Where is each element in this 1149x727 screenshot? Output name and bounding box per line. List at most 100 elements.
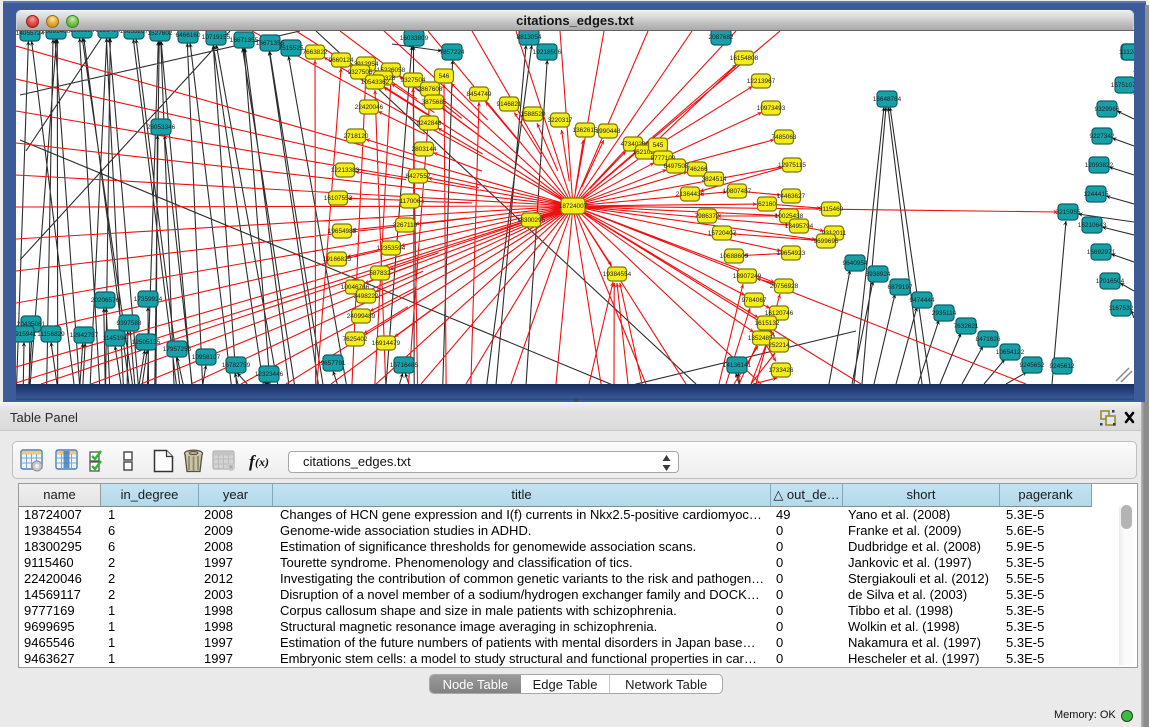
svg-text:19654923: 19654923 bbox=[777, 250, 806, 257]
svg-text:3875685: 3875685 bbox=[422, 99, 447, 106]
svg-text:12975115: 12975115 bbox=[778, 162, 806, 169]
svg-text:9146821: 9146821 bbox=[497, 101, 522, 108]
svg-text:7485063: 7485063 bbox=[772, 134, 797, 141]
svg-text:19654985: 19654985 bbox=[328, 228, 357, 235]
svg-text:9329966: 9329966 bbox=[1095, 106, 1120, 113]
svg-text:12093822: 12093822 bbox=[1085, 162, 1114, 169]
svg-text:10807487: 10807487 bbox=[723, 188, 752, 195]
svg-text:8813054: 8813054 bbox=[517, 34, 542, 41]
svg-text:15716485: 15716485 bbox=[390, 362, 419, 369]
svg-text:14463627: 14463627 bbox=[777, 193, 806, 200]
svg-text:2803144: 2803144 bbox=[412, 146, 437, 153]
svg-text:62160: 62160 bbox=[758, 201, 776, 208]
svg-text:10958107: 10958107 bbox=[192, 354, 221, 361]
svg-text:24099489: 24099489 bbox=[347, 313, 376, 320]
svg-text:12505135: 12505135 bbox=[132, 339, 161, 346]
svg-text:1733426: 1733426 bbox=[769, 367, 794, 374]
svg-text:12213967: 12213967 bbox=[747, 78, 776, 85]
svg-text:16648784: 16648784 bbox=[873, 96, 902, 103]
svg-text:16107552: 16107552 bbox=[324, 195, 353, 202]
svg-text:10654122: 10654122 bbox=[996, 349, 1025, 356]
svg-text:1244415: 1244415 bbox=[1084, 191, 1109, 198]
svg-text:7625402: 7625402 bbox=[343, 336, 368, 343]
svg-text:1588520: 1588520 bbox=[521, 111, 546, 118]
svg-text:9245652: 9245652 bbox=[1020, 362, 1045, 369]
svg-text:1615132: 1615132 bbox=[755, 320, 780, 327]
svg-text:20756928: 20756928 bbox=[770, 283, 799, 290]
svg-text:117006: 117006 bbox=[400, 198, 421, 205]
svg-text:9397588: 9397588 bbox=[117, 320, 142, 327]
svg-text:9155494: 9155494 bbox=[96, 31, 121, 34]
svg-text:17359924: 17359924 bbox=[134, 296, 163, 303]
svg-text:746266: 746266 bbox=[686, 166, 708, 173]
svg-text:9640954: 9640954 bbox=[843, 260, 868, 267]
svg-text:9657791: 9657791 bbox=[321, 360, 346, 367]
svg-text:3215955: 3215955 bbox=[1056, 209, 1081, 216]
svg-text:2087682: 2087682 bbox=[709, 34, 734, 41]
svg-text:3267110: 3267110 bbox=[393, 222, 418, 229]
svg-text:6497508: 6497508 bbox=[664, 163, 689, 170]
svg-text:16154808: 16154808 bbox=[730, 55, 759, 62]
svg-text:9474444: 9474444 bbox=[910, 297, 935, 304]
svg-text:12942757: 12942757 bbox=[70, 332, 99, 339]
svg-text:9115460: 9115460 bbox=[819, 206, 844, 213]
svg-text:15720407: 15720407 bbox=[708, 230, 737, 237]
svg-text:1362615: 1362615 bbox=[573, 127, 598, 134]
svg-text:8427552: 8427552 bbox=[406, 173, 431, 180]
svg-text:12213383: 12213383 bbox=[331, 167, 360, 174]
svg-text:7857224: 7857224 bbox=[440, 49, 465, 56]
svg-text:22420046: 22420046 bbox=[355, 104, 384, 111]
svg-text:7986372: 7986372 bbox=[695, 213, 720, 220]
svg-text:19166825: 19166825 bbox=[323, 256, 352, 263]
svg-text:20691406: 20691406 bbox=[42, 31, 71, 35]
svg-text:17957255: 17957255 bbox=[163, 346, 192, 353]
svg-text:545: 545 bbox=[653, 142, 664, 149]
svg-text:16671355: 16671355 bbox=[230, 37, 259, 44]
svg-text:2718120: 2718120 bbox=[344, 133, 369, 140]
svg-text:16671355: 16671355 bbox=[256, 40, 285, 47]
svg-text:546: 546 bbox=[439, 73, 450, 80]
svg-text:8454749: 8454749 bbox=[467, 91, 492, 98]
svg-text:19384554: 19384554 bbox=[603, 271, 632, 278]
svg-text:16782759: 16782759 bbox=[222, 362, 251, 369]
svg-text:6466160: 6466160 bbox=[176, 32, 201, 39]
svg-text:6879197: 6879197 bbox=[888, 284, 913, 291]
svg-text:15751074: 15751074 bbox=[1111, 82, 1134, 89]
svg-text:1863524: 1863524 bbox=[70, 31, 95, 34]
svg-text:20206576: 20206576 bbox=[91, 297, 120, 304]
svg-text:16210643: 16210643 bbox=[1078, 222, 1107, 229]
svg-text:16914479: 16914479 bbox=[372, 340, 401, 347]
svg-text:9227342: 9227342 bbox=[1090, 133, 1115, 140]
svg-text:587832: 587832 bbox=[369, 270, 391, 277]
svg-text:14136141: 14136141 bbox=[723, 362, 752, 369]
svg-text:3220317: 3220317 bbox=[548, 117, 573, 124]
svg-text:21364436: 21364436 bbox=[676, 191, 705, 198]
svg-text:9699695: 9699695 bbox=[814, 238, 839, 245]
svg-text:14055724: 14055724 bbox=[16, 31, 45, 37]
svg-text:2867608: 2867608 bbox=[418, 86, 443, 93]
svg-text:3498222: 3498222 bbox=[354, 293, 379, 300]
svg-text:18907249: 18907249 bbox=[733, 273, 762, 280]
svg-text:1990448: 1990448 bbox=[596, 128, 621, 135]
svg-text:1527602: 1527602 bbox=[148, 31, 173, 37]
svg-text:15692971: 15692971 bbox=[1087, 249, 1116, 256]
svg-text:12353594: 12353594 bbox=[377, 245, 406, 252]
svg-text:10543362: 10543362 bbox=[361, 79, 390, 86]
svg-text:2935114: 2935114 bbox=[932, 310, 957, 317]
svg-text:10973493: 10973493 bbox=[757, 105, 786, 112]
svg-text:18300295: 18300295 bbox=[517, 217, 546, 224]
svg-text:9245612: 9245612 bbox=[1050, 363, 1075, 370]
svg-text:19218506: 19218506 bbox=[533, 49, 562, 56]
svg-text:8938924: 8938924 bbox=[866, 271, 891, 278]
svg-text:16033809: 16033809 bbox=[400, 35, 429, 42]
svg-text:28053346: 28053346 bbox=[147, 124, 176, 131]
svg-text:7632621: 7632621 bbox=[954, 323, 979, 330]
svg-text:12323446: 12323446 bbox=[255, 371, 284, 378]
svg-text:10688609: 10688609 bbox=[720, 253, 749, 260]
svg-text:9242848: 9242848 bbox=[417, 120, 442, 127]
svg-text:1112482: 1112482 bbox=[1120, 49, 1134, 56]
svg-text:1145194: 1145194 bbox=[103, 335, 128, 342]
svg-text:3915941: 3915941 bbox=[16, 331, 37, 338]
svg-text:1167532: 1167532 bbox=[1109, 305, 1134, 312]
svg-text:17016504: 17016504 bbox=[1096, 278, 1125, 285]
